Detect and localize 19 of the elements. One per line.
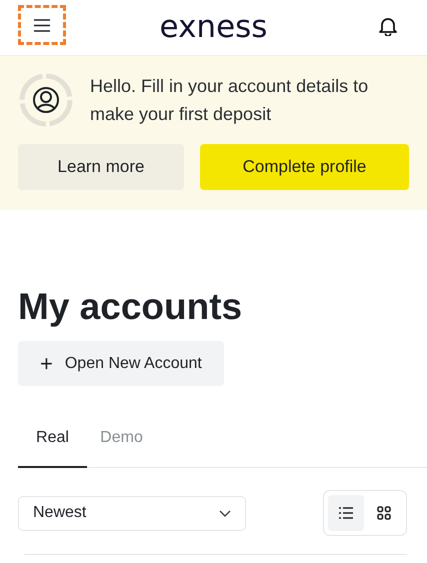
plus-icon: + — [40, 352, 53, 375]
learn-more-button[interactable]: Learn more — [18, 144, 184, 190]
open-account-button[interactable]: + Open New Account — [18, 341, 224, 386]
grid-icon — [377, 506, 391, 520]
bell-icon — [379, 16, 397, 36]
list-icon — [339, 507, 353, 520]
tab[interactable]: Real — [18, 412, 87, 468]
profile-progress-icon — [18, 72, 74, 128]
menu-icon — [34, 18, 50, 32]
logo: exness — [160, 12, 268, 43]
page-title: My accounts — [18, 285, 244, 329]
menu-button[interactable] — [18, 5, 66, 45]
dropdown-value: Newest — [33, 503, 86, 524]
banner-message: Hello. Fill in your account details to make your first deposit — [90, 75, 370, 126]
sort-dropdown[interactable]: Newest — [18, 496, 246, 531]
chevron-icon — [219, 510, 231, 517]
list-view-button[interactable] — [328, 495, 364, 532]
complete-profile-button[interactable]: Complete profile — [200, 144, 409, 190]
button-label: Open New Account — [64, 354, 202, 374]
